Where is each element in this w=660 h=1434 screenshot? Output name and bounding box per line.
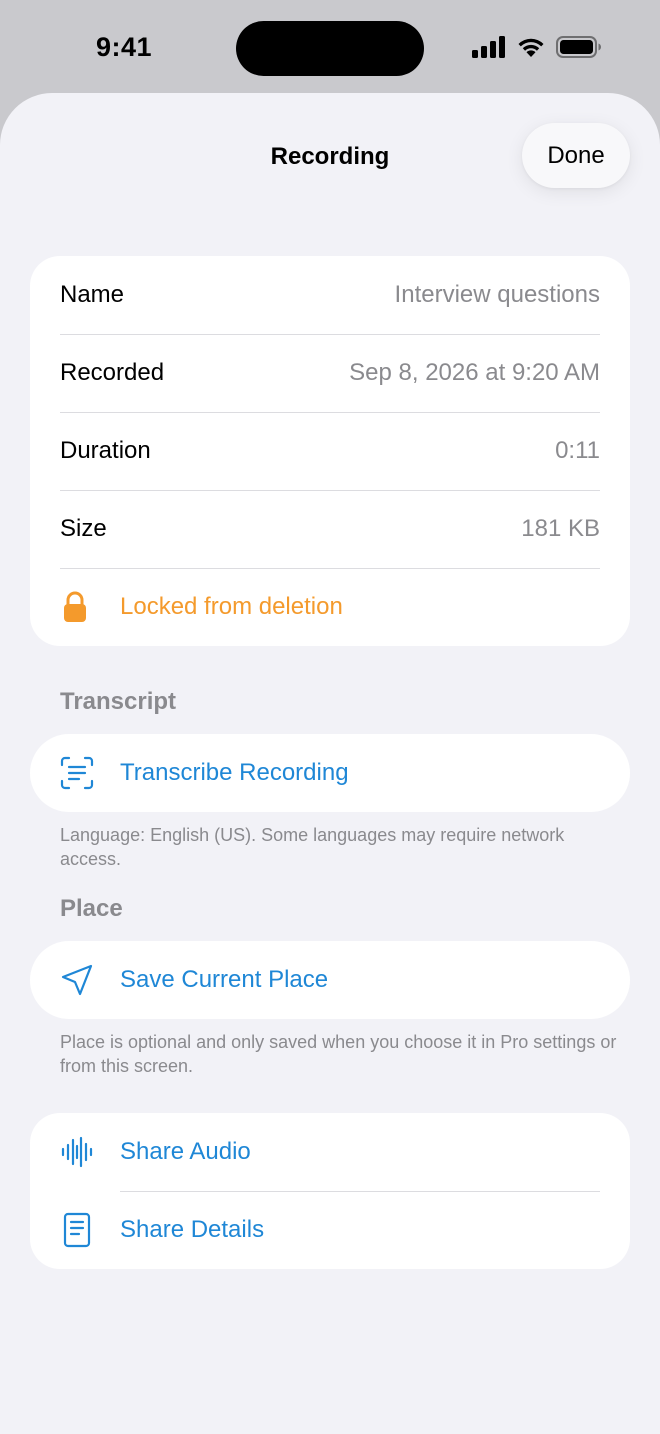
recording-sheet: Recording Done Name Interview questions … xyxy=(0,93,660,1434)
share-card: Share Audio Share Details xyxy=(30,1113,630,1269)
recording-info-card: Name Interview questions Recorded Sep 8,… xyxy=(30,256,630,646)
locked-from-deletion-row[interactable]: Locked from deletion xyxy=(30,568,630,646)
transcript-header: Transcript xyxy=(60,688,177,715)
transcribe-label: Transcribe Recording xyxy=(120,759,349,786)
status-icons xyxy=(472,36,602,58)
transcribe-recording-button[interactable]: Transcribe Recording xyxy=(30,734,630,812)
wifi-icon xyxy=(518,38,544,57)
status-bar: 9:41 xyxy=(0,0,660,96)
share-audio-label: Share Audio xyxy=(120,1138,251,1165)
lock-icon xyxy=(60,591,90,623)
save-place-label: Save Current Place xyxy=(120,966,329,993)
battery-icon xyxy=(556,36,601,58)
info-label: Name xyxy=(60,281,125,308)
share-details-button[interactable]: Share Details xyxy=(30,1191,630,1269)
recorded-value: Sep 8, 2026 at 9:20 AM xyxy=(349,359,600,386)
info-row-size: Size 181 KB xyxy=(30,490,630,568)
transcript-footnote: Language: English (US). Some languages m… xyxy=(60,825,565,869)
waveform-icon xyxy=(60,1135,94,1169)
size-value: 181 KB xyxy=(521,515,600,542)
share-audio-button[interactable]: Share Audio xyxy=(30,1113,630,1191)
info-row-recorded: Recorded Sep 8, 2026 at 9:20 AM xyxy=(30,334,630,412)
save-current-place-button[interactable]: Save Current Place xyxy=(30,941,630,1019)
info-row-duration: Duration 0:11 xyxy=(30,412,630,490)
place-footnote: Place is optional and only saved when yo… xyxy=(60,1032,617,1076)
info-row-name[interactable]: Name Interview questions xyxy=(30,256,630,334)
transcribe-icon xyxy=(60,756,94,790)
cellular-signal-icon xyxy=(472,36,505,58)
duration-value: 0:11 xyxy=(555,437,600,464)
locked-label: Locked from deletion xyxy=(120,593,343,620)
info-label: Duration xyxy=(60,437,151,464)
document-icon xyxy=(60,1212,94,1248)
dynamic-island xyxy=(236,21,424,76)
info-label: Recorded xyxy=(60,359,165,386)
info-label: Size xyxy=(60,515,107,542)
location-arrow-icon xyxy=(60,963,94,997)
status-time: 9:41 xyxy=(96,32,153,62)
place-header: Place xyxy=(60,895,123,922)
done-button[interactable]: Done xyxy=(522,123,630,188)
share-details-label: Share Details xyxy=(120,1216,265,1243)
name-value[interactable]: Interview questions xyxy=(395,281,600,309)
